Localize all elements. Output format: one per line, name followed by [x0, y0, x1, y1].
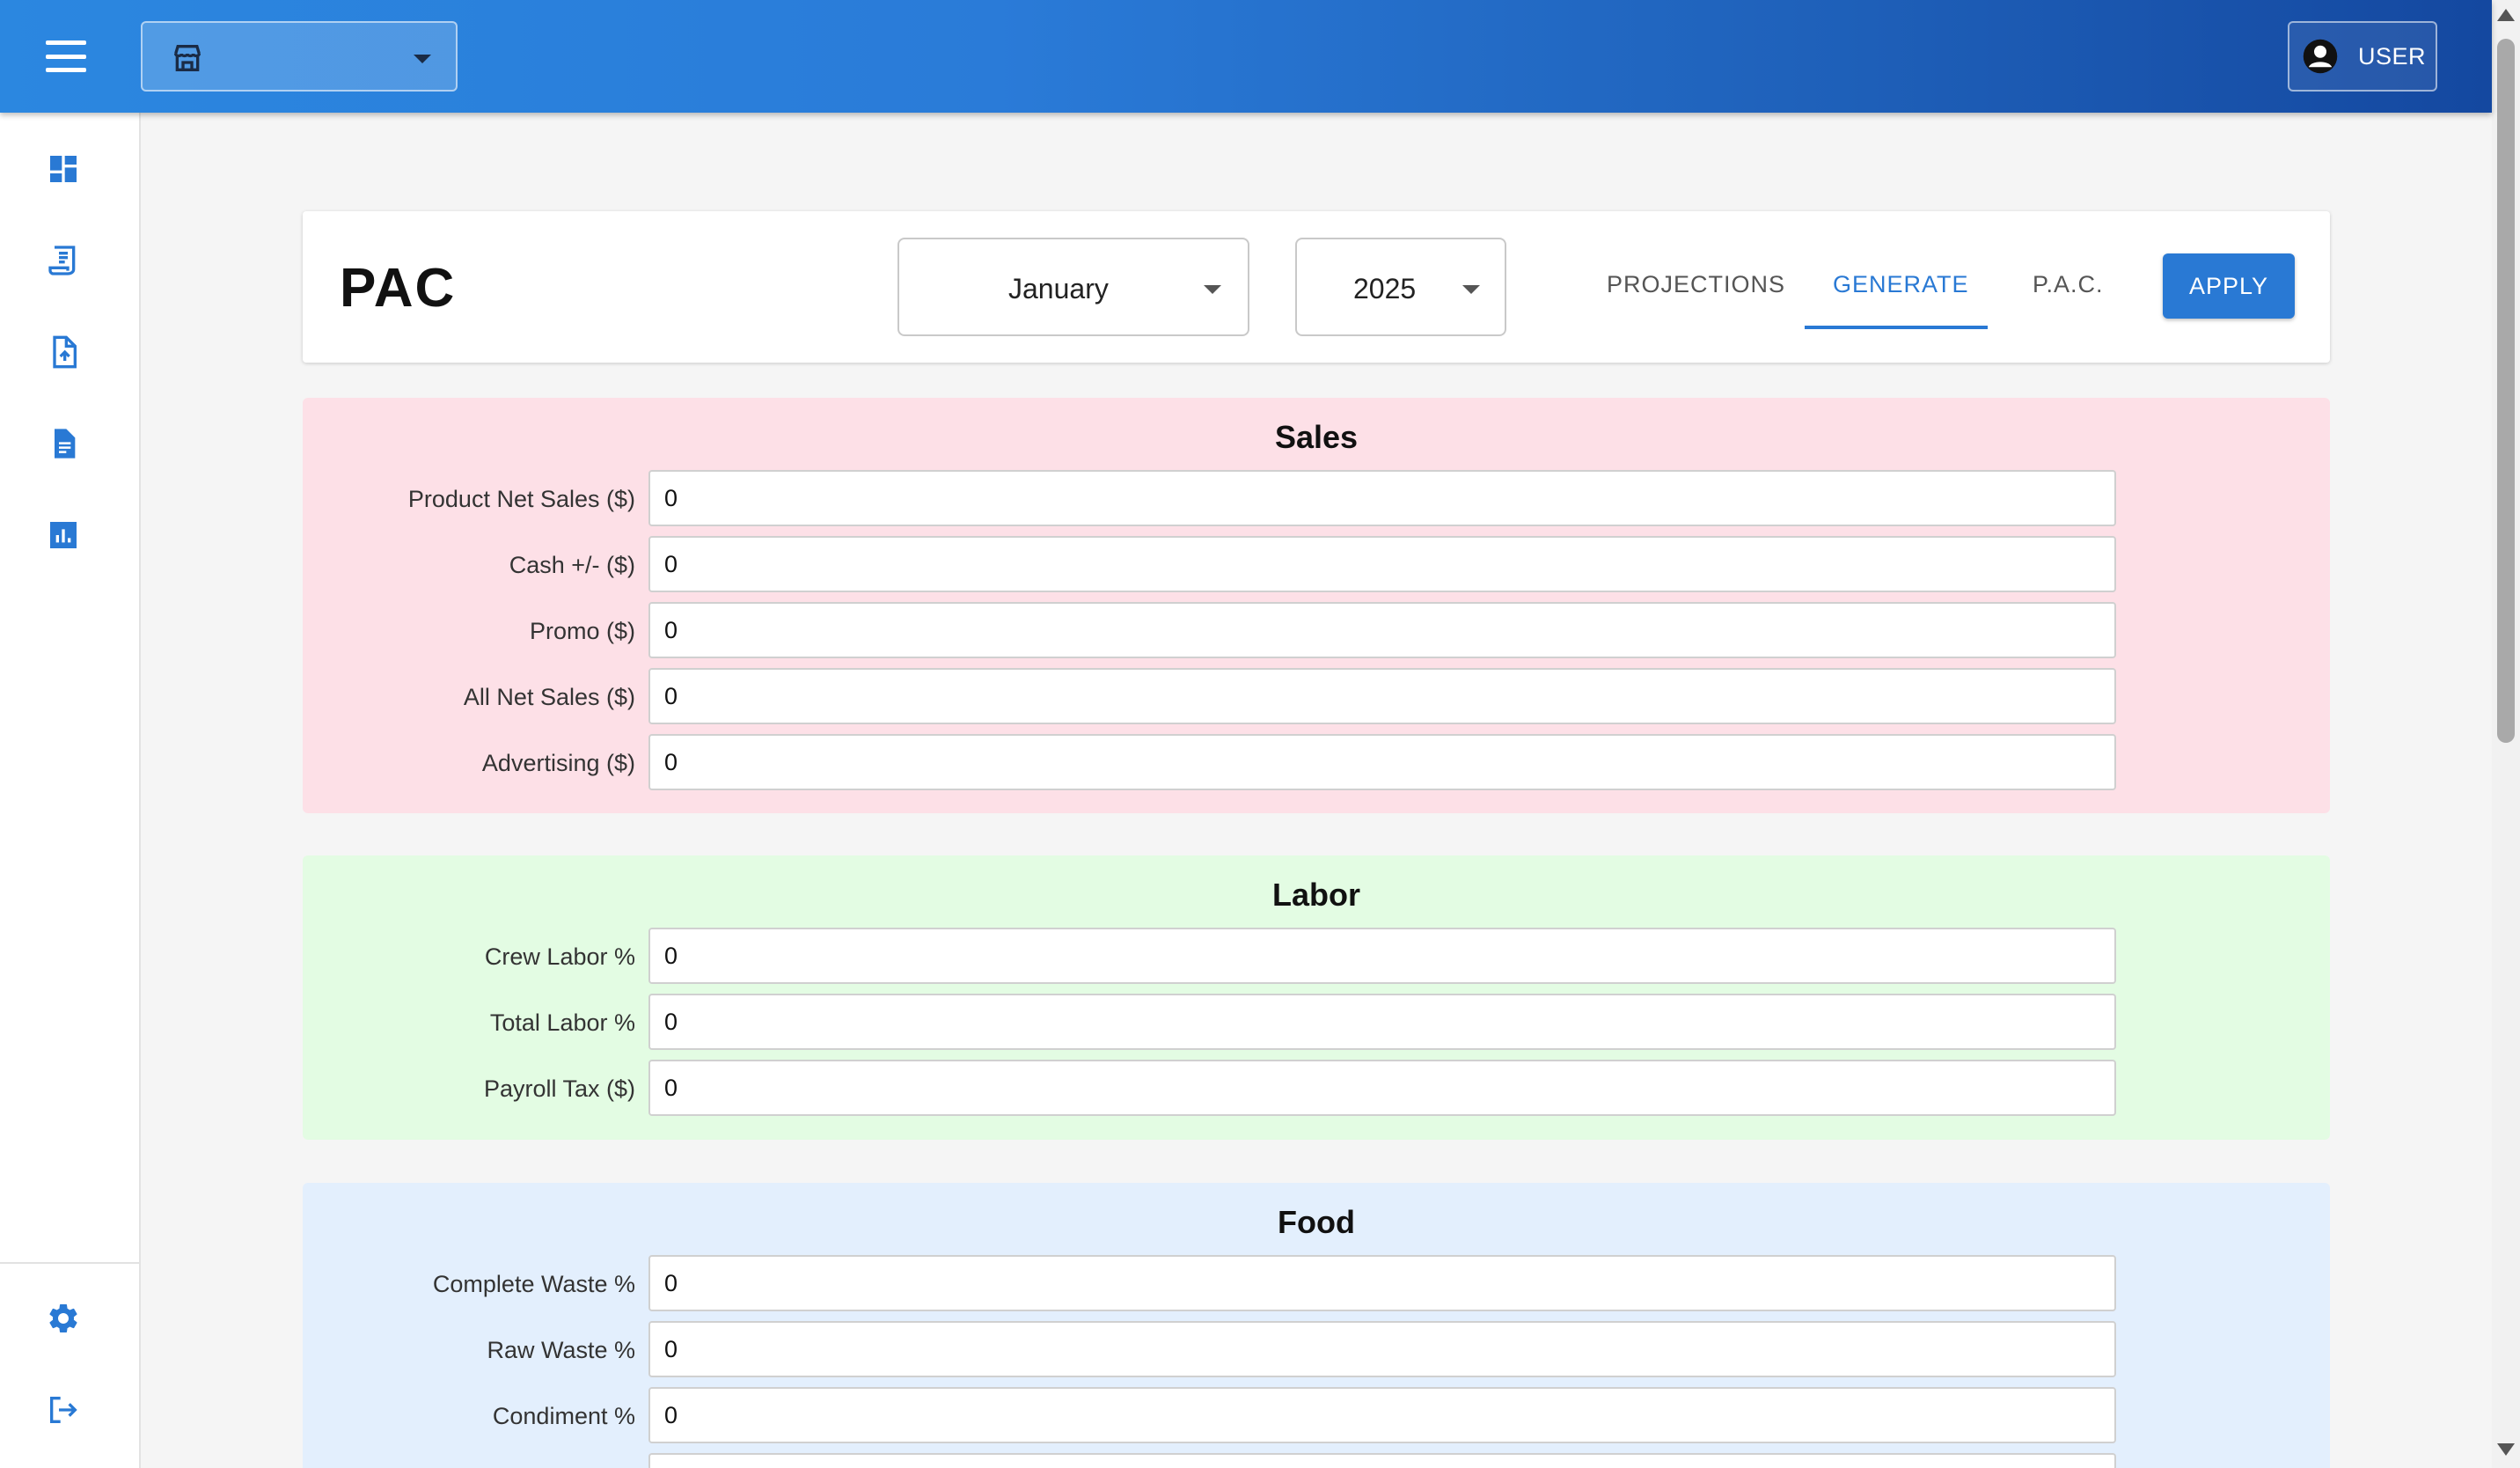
field-label: Total Labor % — [489, 1009, 635, 1036]
field-label: Condiment % — [492, 1403, 635, 1429]
page-header-card: PAC January 2025 PROJECTIONS GENERATE P.… — [303, 211, 2330, 363]
page-title: PAC — [340, 258, 457, 319]
labor-section: Labor Crew Labor % Total Labor % Payroll… — [303, 855, 2330, 1140]
tab-generate[interactable]: GENERATE — [1833, 271, 1969, 298]
condiment-input[interactable] — [648, 1387, 2116, 1443]
account-circle-icon — [2303, 39, 2338, 74]
settings-gear-icon[interactable] — [46, 1301, 81, 1336]
sidebar-nav — [0, 113, 141, 1468]
field-label: Payroll Tax ($) — [483, 1075, 635, 1102]
logout-icon[interactable] — [46, 1392, 81, 1428]
field-label: Complete Waste % — [432, 1271, 635, 1297]
chevron-down-icon — [1204, 285, 1221, 294]
user-menu-button[interactable]: USER — [2288, 21, 2437, 92]
cash-plus-minus-input[interactable] — [648, 536, 2116, 592]
partial-next-input[interactable] — [648, 1453, 2116, 1468]
raw-waste-input[interactable] — [648, 1321, 2116, 1377]
product-net-sales-input[interactable] — [648, 470, 2116, 526]
field-label: Product Net Sales ($) — [407, 486, 635, 512]
scroll-down-arrow-icon[interactable] — [2497, 1443, 2515, 1456]
active-tab-indicator — [1805, 326, 1988, 329]
complete-waste-input[interactable] — [648, 1255, 2116, 1311]
page-scrollbar[interactable] — [2492, 0, 2520, 1468]
tab-projections[interactable]: PROJECTIONS — [1607, 271, 1785, 298]
scrollbar-thumb[interactable] — [2497, 39, 2515, 743]
dashboard-icon[interactable] — [46, 151, 81, 187]
store-selector[interactable] — [141, 21, 458, 92]
section-title: Labor — [1271, 877, 1360, 913]
all-net-sales-input[interactable] — [648, 668, 2116, 724]
section-title: Food — [1278, 1204, 1355, 1240]
app-bar: USER — [0, 0, 2492, 113]
field-label: Crew Labor % — [484, 943, 635, 970]
field-label: All Net Sales ($) — [463, 684, 635, 710]
food-section: Food Complete Waste % Raw Waste % Condim… — [303, 1183, 2330, 1468]
year-select[interactable]: 2025 — [1295, 238, 1506, 336]
field-label: Promo ($) — [529, 618, 635, 644]
month-select-value: January — [1008, 273, 1109, 305]
bar-chart-icon[interactable] — [46, 517, 81, 553]
total-labor-input[interactable] — [648, 994, 2116, 1050]
hamburger-menu-icon[interactable] — [46, 40, 86, 72]
field-label: Cash +/- ($) — [509, 552, 635, 578]
sidebar-divider — [0, 1262, 141, 1264]
chevron-down-icon — [414, 55, 431, 63]
storefront-icon — [174, 45, 201, 71]
chevron-down-icon — [1462, 285, 1480, 294]
crew-labor-input[interactable] — [648, 928, 2116, 984]
sales-section: Sales Product Net Sales ($) Cash +/- ($)… — [303, 398, 2330, 813]
scroll-up-arrow-icon[interactable] — [2497, 9, 2515, 21]
apply-button[interactable]: APPLY — [2163, 253, 2295, 319]
promo-input[interactable] — [648, 602, 2116, 658]
advertising-input[interactable] — [648, 734, 2116, 790]
field-label: Raw Waste % — [487, 1337, 635, 1363]
field-label: Advertising ($) — [481, 750, 635, 776]
year-select-value: 2025 — [1353, 273, 1417, 305]
payroll-tax-input[interactable] — [648, 1060, 2116, 1116]
tab-pac[interactable]: P.A.C. — [2033, 271, 2104, 298]
file-upload-icon[interactable] — [46, 334, 81, 370]
spreadsheet-file-icon[interactable] — [46, 426, 81, 461]
user-label: USER — [2358, 42, 2427, 70]
month-select[interactable]: January — [897, 238, 1249, 336]
section-title: Sales — [1274, 419, 1359, 455]
receipt-icon[interactable] — [46, 243, 81, 278]
